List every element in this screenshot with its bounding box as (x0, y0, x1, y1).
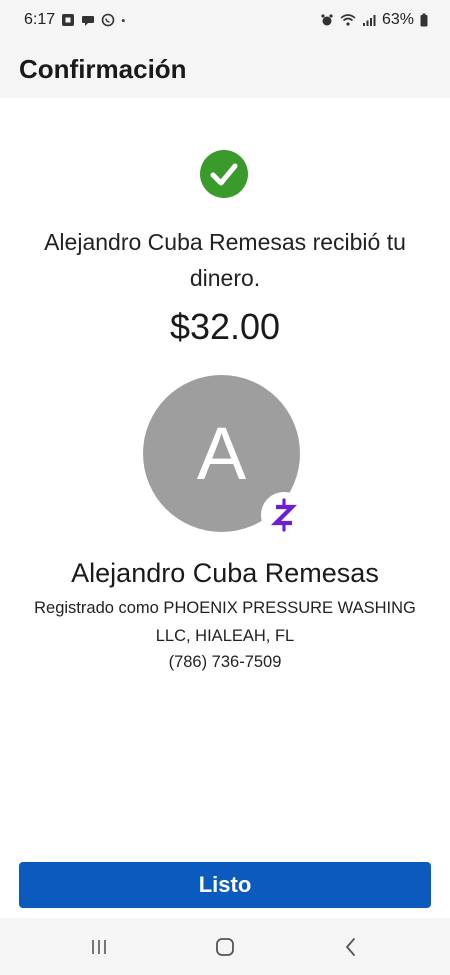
recents-icon[interactable] (84, 932, 114, 962)
wifi-icon (340, 14, 356, 26)
app-header: Confirmación (0, 40, 450, 98)
recipient-phone: (786) 736-7509 (168, 653, 282, 671)
recipient-name: Alejandro Cuba Remesas (71, 558, 379, 588)
status-time: 6:17 (24, 11, 56, 28)
chase-icon (62, 14, 75, 26)
status-bar: 6:17 63% (0, 0, 450, 40)
whatsapp-icon (101, 13, 115, 27)
amount-sent: $32.00 (169, 306, 281, 347)
signal-icon (362, 15, 376, 26)
registered-business: Registrado como PHOENIX PRESSURE WASHING… (34, 599, 416, 645)
status-left: 6:17 (24, 11, 129, 29)
back-icon[interactable] (336, 932, 366, 962)
battery-percent: 63% (381, 11, 414, 28)
battery-icon (420, 13, 428, 27)
dot-icon (121, 19, 125, 22)
done-button[interactable]: Listo (19, 862, 431, 908)
avatar-initial: A (196, 412, 247, 495)
home-icon[interactable] (210, 932, 240, 962)
status-right: 63% (320, 11, 428, 29)
chat-icon (82, 16, 95, 26)
zelle-badge (261, 492, 307, 538)
confirmation-message: Alejandro Cuba Remesas recibió tu dinero… (44, 229, 406, 291)
page-title: Confirmación (19, 53, 187, 84)
system-nav-bar (0, 918, 450, 975)
alarm-icon (321, 14, 333, 26)
check-circle-icon (200, 150, 248, 198)
zelle-icon (270, 498, 298, 532)
